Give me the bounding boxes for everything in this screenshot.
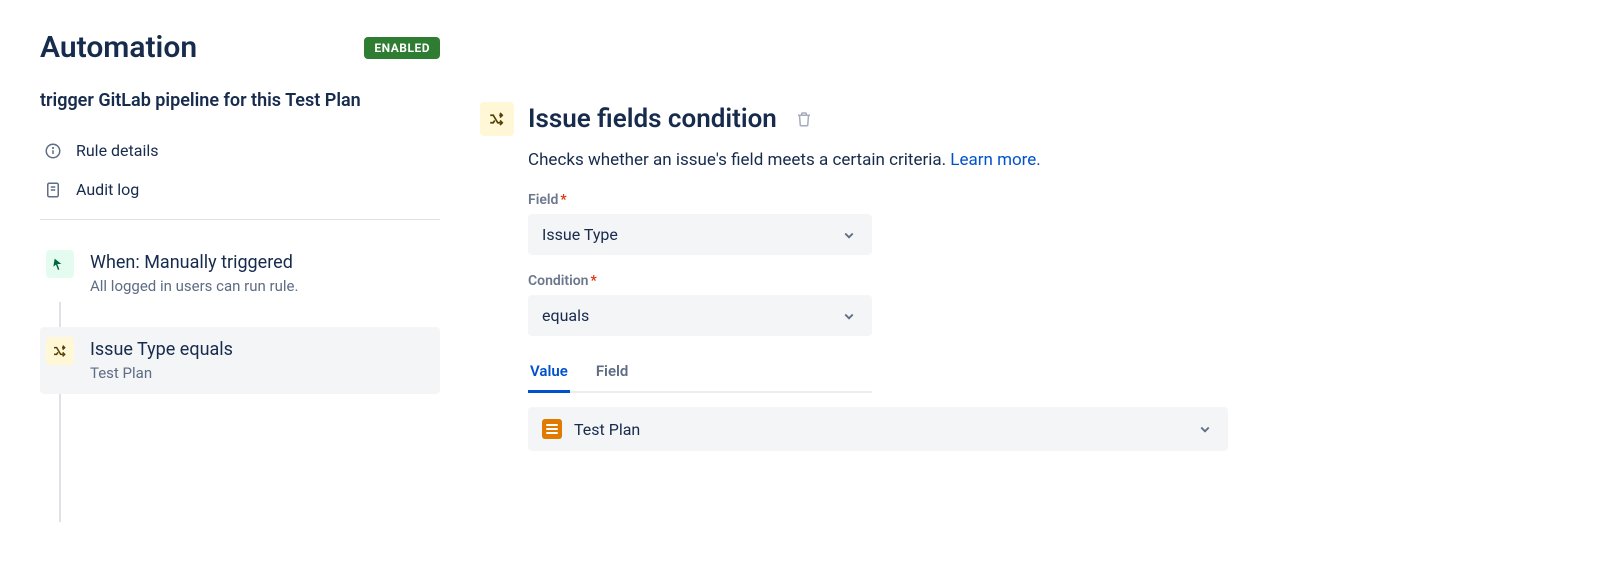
chevron-down-icon bbox=[840, 307, 858, 325]
value-text: Test Plan bbox=[574, 420, 640, 439]
step-condition[interactable]: Issue Type equals Test Plan bbox=[40, 327, 440, 394]
select-value: Issue Type bbox=[542, 225, 618, 244]
page-title: Automation bbox=[40, 30, 197, 65]
status-badge: ENABLED bbox=[364, 37, 440, 59]
condition-label: Condition* bbox=[528, 273, 872, 289]
divider bbox=[40, 219, 440, 220]
field-select[interactable]: Issue Type bbox=[528, 214, 872, 255]
select-value: equals bbox=[542, 306, 589, 325]
value-field-tabs: Value Field bbox=[528, 354, 872, 393]
shuffle-icon bbox=[480, 102, 514, 136]
step-subtitle: Test Plan bbox=[90, 364, 428, 382]
step-title: When: Manually triggered bbox=[90, 252, 428, 273]
condition-select[interactable]: equals bbox=[528, 295, 872, 336]
rule-name: trigger GitLab pipeline for this Test Pl… bbox=[40, 89, 440, 113]
trigger-icon bbox=[46, 250, 74, 278]
trash-icon[interactable] bbox=[795, 110, 813, 128]
nav-rule-details[interactable]: Rule details bbox=[40, 131, 440, 170]
step-subtitle: All logged in users can run rule. bbox=[90, 277, 428, 295]
nav-label: Rule details bbox=[76, 141, 159, 160]
document-icon bbox=[44, 181, 62, 199]
nav-audit-log[interactable]: Audit log bbox=[40, 170, 440, 209]
tab-value[interactable]: Value bbox=[528, 354, 570, 393]
nav-label: Audit log bbox=[76, 180, 139, 199]
test-plan-icon bbox=[542, 419, 562, 439]
learn-more-link[interactable]: Learn more. bbox=[950, 150, 1041, 170]
detail-description: Checks whether an issue's field meets a … bbox=[528, 150, 1560, 170]
step-trigger[interactable]: When: Manually triggered All logged in u… bbox=[40, 240, 440, 307]
step-title: Issue Type equals bbox=[90, 339, 428, 360]
tab-field[interactable]: Field bbox=[594, 354, 631, 393]
value-select[interactable]: Test Plan bbox=[528, 407, 1228, 451]
chevron-down-icon bbox=[840, 226, 858, 244]
info-icon bbox=[44, 142, 62, 160]
detail-title: Issue fields condition bbox=[528, 104, 777, 134]
chevron-down-icon bbox=[1196, 420, 1214, 438]
field-label: Field* bbox=[528, 192, 872, 208]
shuffle-icon bbox=[46, 337, 74, 365]
